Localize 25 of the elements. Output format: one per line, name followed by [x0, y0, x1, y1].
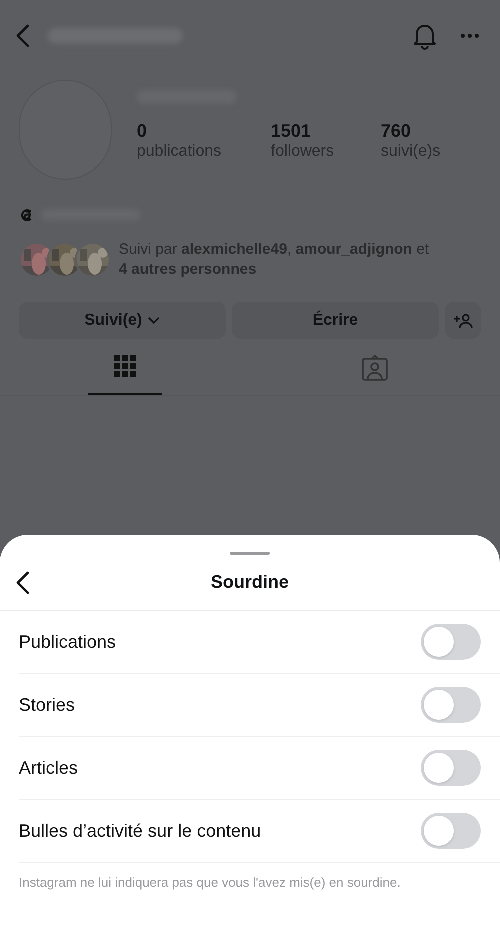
toggle-switch[interactable] — [421, 687, 481, 723]
option-label: Stories — [19, 694, 76, 716]
bell-icon[interactable] — [412, 22, 438, 50]
option-label: Bulles d’activité sur le contenu — [19, 820, 262, 842]
following-button[interactable]: Suivi(e) — [19, 302, 226, 339]
toggle-switch[interactable] — [421, 813, 481, 849]
toggle-switch[interactable] — [421, 624, 481, 660]
more-icon[interactable] — [460, 33, 480, 39]
chevron-down-icon — [148, 316, 160, 324]
grid-icon — [114, 355, 136, 377]
sheet-title: Sourdine — [210, 571, 289, 594]
stat-count: 0 — [137, 120, 148, 142]
option-label: Articles — [19, 756, 78, 780]
option-label: Publications — [19, 630, 116, 654]
back-icon[interactable] — [14, 570, 32, 594]
add-person-button[interactable] — [445, 302, 481, 339]
drag-handle[interactable] — [230, 552, 270, 555]
footnote: Instagram ne lui indiquera pas que vous l'avez mis(e) en sourdine. — [18, 874, 402, 892]
stat-count: 760 — [381, 120, 412, 142]
toggle-switch[interactable] — [421, 750, 481, 786]
tagged-person-icon — [362, 355, 388, 381]
message-button[interactable]: Écrire — [232, 302, 439, 339]
stat-count: 1501 — [271, 120, 312, 142]
add-person-icon — [453, 312, 473, 328]
grid-tab[interactable] — [88, 353, 162, 395]
